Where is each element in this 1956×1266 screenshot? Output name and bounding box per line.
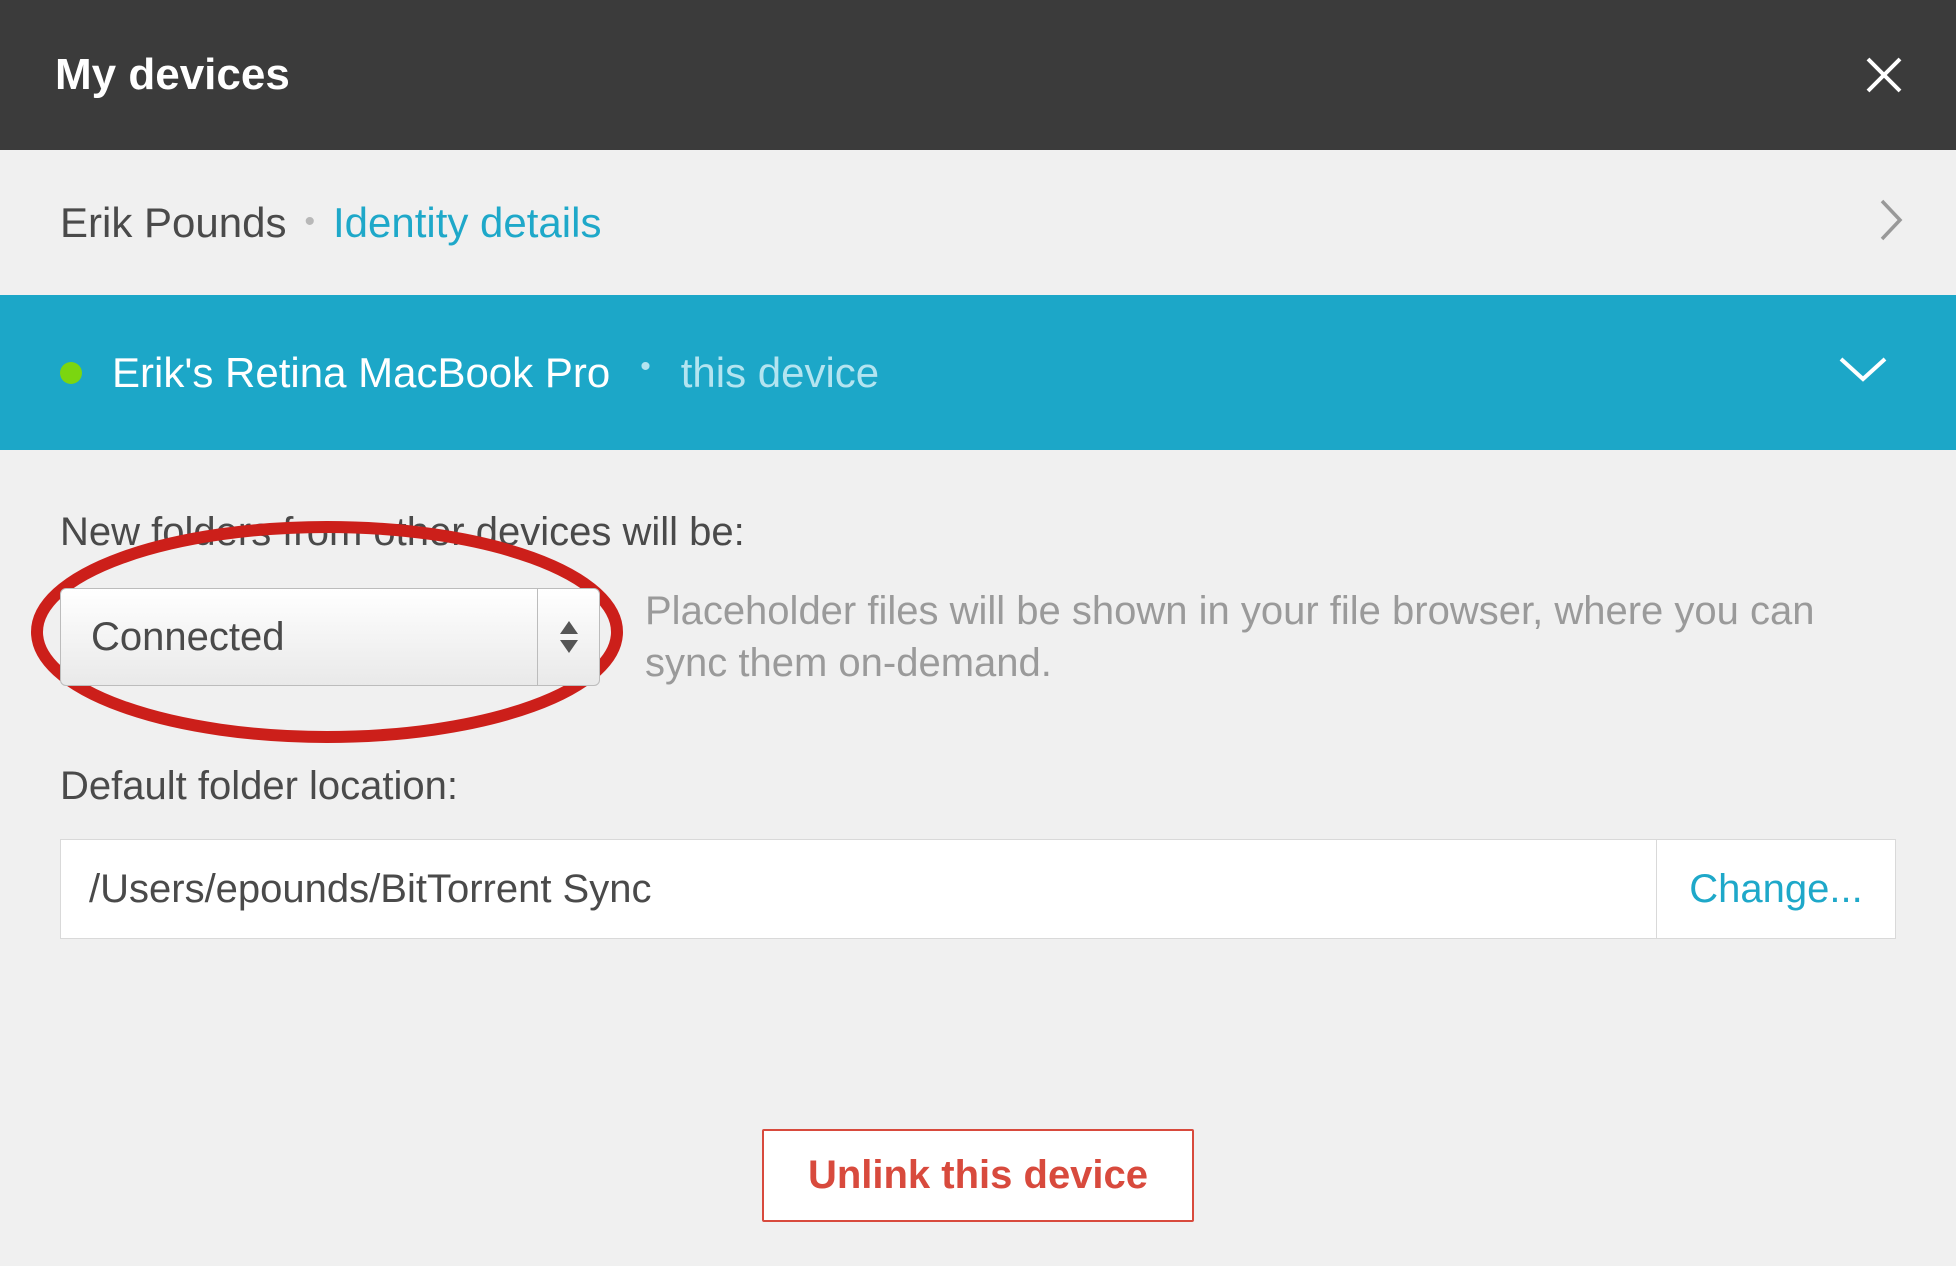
my-devices-panel: My devices Erik Pounds • Identity detail… — [0, 0, 1956, 1266]
default-location-row: /Users/epounds/BitTorrent Sync Change... — [60, 839, 1896, 939]
new-folders-label: New folders from other devices will be: — [60, 510, 1896, 555]
identity-name: Erik Pounds — [60, 199, 286, 247]
default-location-field[interactable]: /Users/epounds/BitTorrent Sync — [60, 839, 1656, 939]
change-location-button[interactable]: Change... — [1656, 839, 1896, 939]
panel-title: My devices — [55, 50, 290, 100]
default-location-label: Default folder location: — [60, 764, 1896, 809]
identity-row[interactable]: Erik Pounds • Identity details — [0, 150, 1956, 295]
chevron-right-icon — [1876, 195, 1906, 250]
panel-header: My devices — [0, 0, 1956, 150]
identity-details-link[interactable]: Identity details — [333, 199, 602, 247]
device-left: Erik's Retina MacBook Pro • this device — [60, 349, 879, 397]
dot-separator-icon: • — [304, 205, 315, 239]
sync-mode-select[interactable]: Connected — [60, 588, 600, 686]
sync-mode-description: Placeholder files will be shown in your … — [645, 585, 1896, 689]
this-device-label: this device — [681, 349, 879, 397]
status-dot-icon — [60, 362, 82, 384]
device-name: Erik's Retina MacBook Pro — [112, 349, 610, 397]
unlink-device-button[interactable]: Unlink this device — [762, 1129, 1194, 1222]
device-settings: New folders from other devices will be: … — [0, 450, 1956, 1266]
chevron-down-icon — [1835, 353, 1891, 392]
sync-mode-row: Connected Placeholder files will be show… — [60, 585, 1896, 689]
device-bar[interactable]: Erik's Retina MacBook Pro • this device — [0, 295, 1956, 450]
dot-separator-icon: • — [640, 350, 651, 384]
stepper-arrows-icon — [537, 589, 599, 685]
close-icon[interactable] — [1862, 53, 1906, 97]
unlink-wrap: Unlink this device — [60, 1129, 1896, 1222]
identity-left: Erik Pounds • Identity details — [60, 199, 601, 247]
sync-mode-value: Connected — [61, 615, 537, 660]
